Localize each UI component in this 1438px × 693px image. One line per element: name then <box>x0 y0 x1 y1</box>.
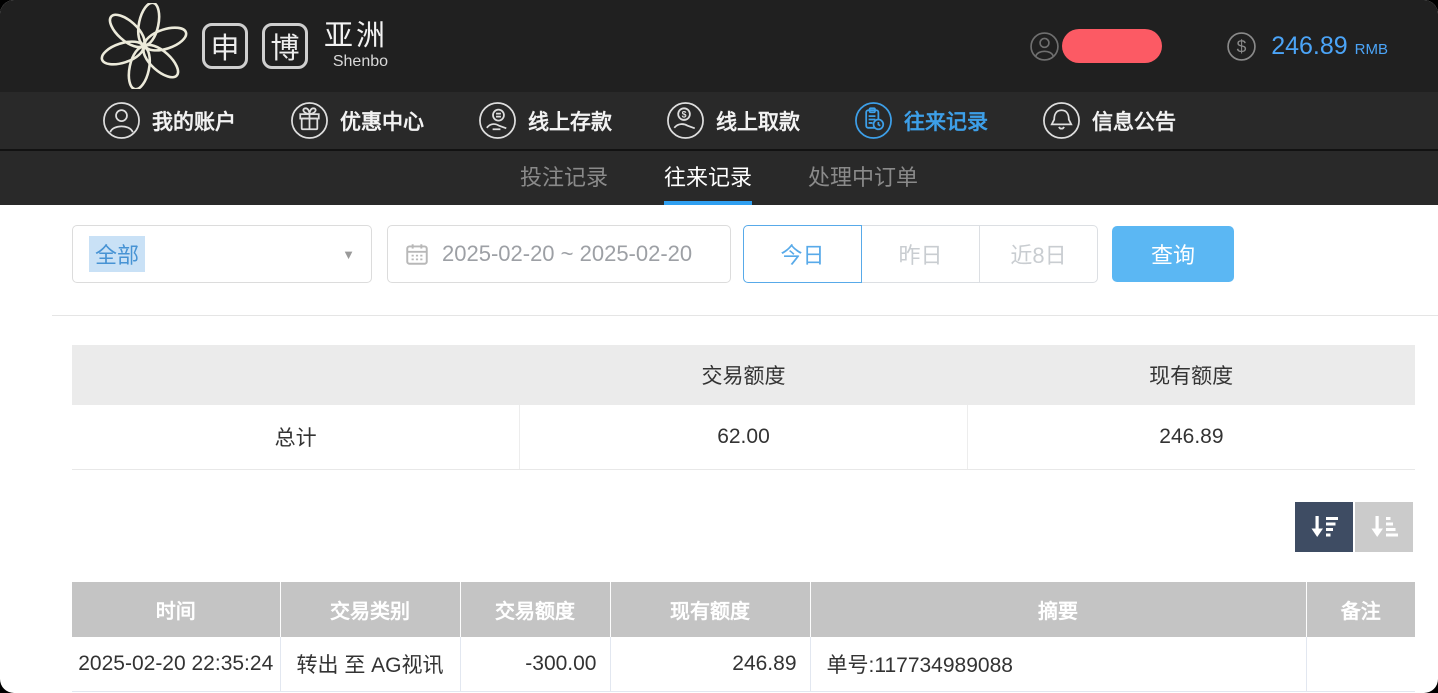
quick-range-yesterday[interactable]: 昨日 <box>861 225 980 283</box>
summary-header-amount: 交易额度 <box>520 345 968 405</box>
records-header-amount: 交易额度 <box>460 582 610 637</box>
nav-item-transaction-records[interactable]: 往来记录 <box>854 101 988 140</box>
record-type: 转出 至 AG视讯 <box>280 637 460 692</box>
tab-transaction-records[interactable]: 往来记录 <box>664 151 752 205</box>
quick-range-today[interactable]: 今日 <box>743 225 862 283</box>
quick-range-group: 今日 昨日 近8日 <box>743 225 1098 283</box>
logo-char-box-1: 申 <box>202 23 248 69</box>
calendar-icon <box>404 241 430 267</box>
records-header-row: 时间 交易类别 交易额度 现有额度 摘要 备注 <box>72 582 1415 637</box>
quick-range-last8days[interactable]: 近8日 <box>979 225 1098 283</box>
nav-item-announcements[interactable]: 信息公告 <box>1042 101 1176 140</box>
summary-header-balance: 现有额度 <box>967 345 1415 405</box>
nav-item-withdraw[interactable]: $ 线上取款 <box>666 101 800 140</box>
nav-label: 信息公告 <box>1092 106 1176 136</box>
logo-region-text: 亚洲 <box>324 22 388 51</box>
records-header-summary: 摘要 <box>810 582 1306 637</box>
records-table: 时间 交易类别 交易额度 现有额度 摘要 备注 2025-02-20 22:35… <box>72 582 1415 693</box>
currency-label: RMB <box>1355 35 1388 58</box>
deposit-icon <box>478 101 517 140</box>
summary-total-balance: 246.89 <box>967 405 1415 469</box>
summary-table: 交易额度 现有额度 总计 62.00 246.89 <box>72 345 1415 470</box>
date-range-value: 2025-02-20 ~ 2025-02-20 <box>442 241 692 267</box>
summary-total-label: 总计 <box>72 405 520 469</box>
announcements-icon <box>1042 101 1081 140</box>
promotions-icon <box>290 101 329 140</box>
nav-label: 线上存款 <box>528 106 612 136</box>
chevron-down-icon: ▼ <box>342 247 355 262</box>
nav-label: 往来记录 <box>904 106 988 136</box>
summary-total-amount: 62.00 <box>520 405 968 469</box>
records-header-remark: 备注 <box>1306 582 1415 637</box>
record-subtabs: 投注记录 往来记录 处理中订单 <box>0 151 1438 205</box>
table-row: 2025-02-20 22:35:24 转出 至 AG视讯 -300.00 24… <box>72 637 1415 692</box>
flower-logo-icon <box>100 3 188 89</box>
tab-betting-records[interactable]: 投注记录 <box>520 151 608 205</box>
tab-processing-orders[interactable]: 处理中订单 <box>808 151 918 205</box>
svg-text:$: $ <box>1237 36 1247 56</box>
nav-label: 优惠中心 <box>340 106 424 136</box>
type-filter-value: 全部 <box>89 236 145 272</box>
main-navigation: 我的账户 优惠中心 线上存款 $ 线上取款 <box>0 92 1438 151</box>
sort-controls <box>0 502 1413 552</box>
records-header-balance: 现有额度 <box>610 582 810 637</box>
top-header: 申 博 亚洲 Shenbo $ 246.89 RMB <box>0 0 1438 92</box>
withdraw-icon: $ <box>666 101 705 140</box>
sort-descending-button[interactable] <box>1295 502 1353 552</box>
nav-label: 线上取款 <box>716 106 800 136</box>
date-range-input[interactable]: 2025-02-20 ~ 2025-02-20 <box>387 225 731 283</box>
user-avatar-icon <box>1029 31 1060 62</box>
records-header-type: 交易类别 <box>280 582 460 637</box>
svg-text:$: $ <box>682 110 687 120</box>
account-balance: 246.89 <box>1271 32 1347 61</box>
nav-label: 我的账户 <box>152 106 236 136</box>
records-icon <box>854 101 893 140</box>
record-summary: 单号:117734989088 <box>810 637 1306 692</box>
type-filter-select[interactable]: 全部 ▼ <box>72 225 372 283</box>
record-time: 2025-02-20 22:35:24 <box>72 637 280 692</box>
sort-ascending-icon <box>1368 513 1400 541</box>
nav-item-deposit[interactable]: 线上存款 <box>478 101 612 140</box>
account-icon <box>102 101 141 140</box>
record-balance: 246.89 <box>610 637 810 692</box>
record-remark <box>1306 637 1415 692</box>
logo-char-box-2: 博 <box>262 23 308 69</box>
site-logo: 申 博 亚洲 Shenbo <box>0 3 388 89</box>
masked-username <box>1062 29 1162 63</box>
records-header-time: 时间 <box>72 582 280 637</box>
summary-total-row: 总计 62.00 246.89 <box>72 405 1415 469</box>
summary-header-empty <box>72 345 520 405</box>
sort-ascending-button[interactable] <box>1355 502 1413 552</box>
search-button[interactable]: 查询 <box>1112 226 1234 282</box>
nav-item-my-account[interactable]: 我的账户 <box>102 101 236 140</box>
nav-item-promotions[interactable]: 优惠中心 <box>290 101 424 140</box>
record-amount: -300.00 <box>460 637 610 692</box>
sort-descending-icon <box>1308 513 1340 541</box>
dollar-icon: $ <box>1226 31 1257 62</box>
filter-bar: 全部 ▼ 2025-02-20 ~ 2025-02-20 今日 昨日 近8日 查… <box>72 225 1438 283</box>
app-window: 申 博 亚洲 Shenbo $ 246.89 RMB 我的账户 <box>0 0 1438 693</box>
section-divider <box>52 315 1438 316</box>
logo-english-name: Shenbo <box>333 54 388 70</box>
